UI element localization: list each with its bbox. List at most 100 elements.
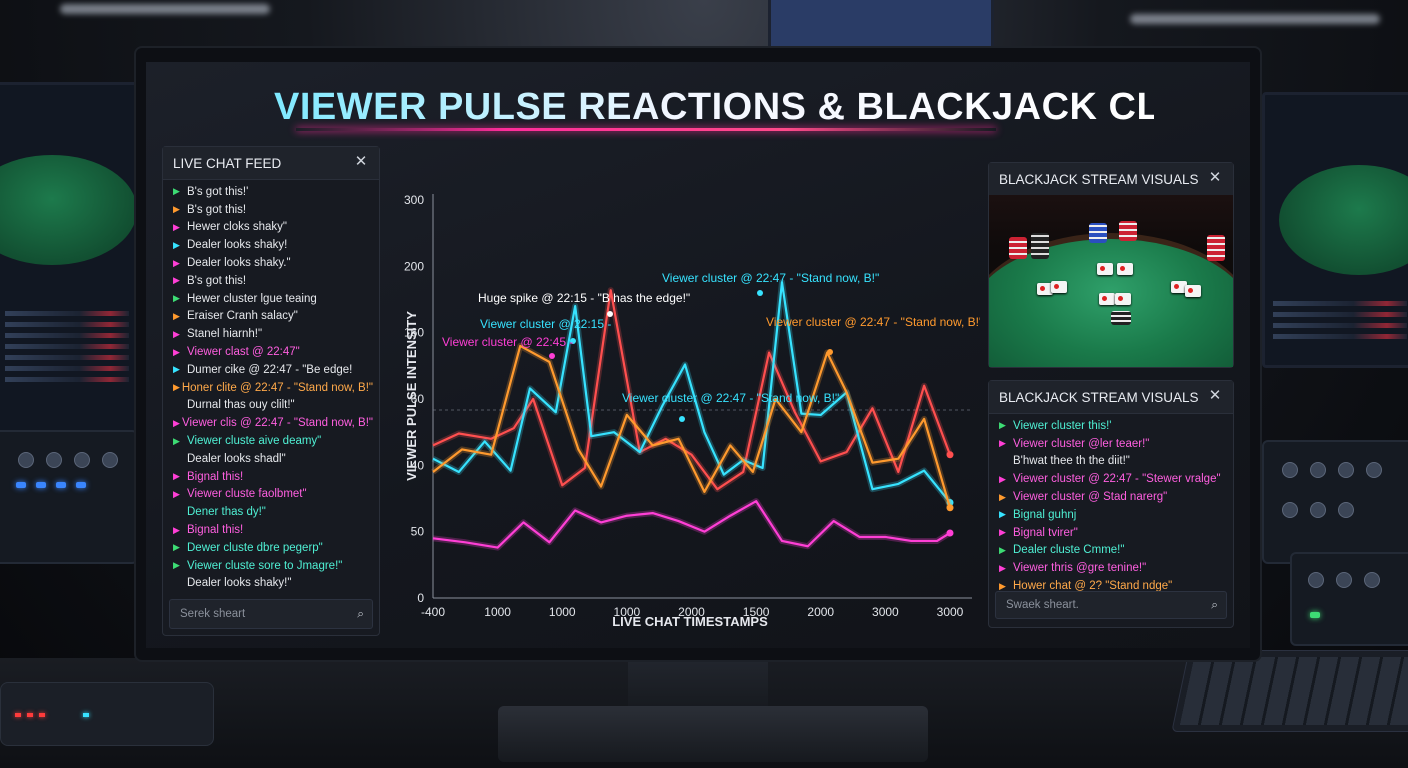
stream-search-input[interactable] [1004,592,1192,618]
chat-message-text: Eraiser Cranh salacy" [187,310,298,323]
x-tick-label: 1500 [743,605,770,619]
chat-message-text: Durnal thas ouy clilt!" [187,399,295,412]
chat-message: Durnal thas ouy clilt!" [173,397,373,415]
chat-message: ▶ Honer clite @ 22:47 - "Stand now, B!" [173,379,373,397]
chat-message-text: Viewer cluste faolbmet" [187,488,307,501]
chat-message-text: Viewer cluster @ler teaer!" [1013,437,1150,450]
y-tick-label: 40 [411,458,425,472]
close-icon[interactable]: ✕ [352,153,370,171]
chat-message: ▶ Viewer cluste sore to Jmagre!" [173,557,373,575]
stream-chat-panel: BLACKJACK STREAM VISUALS ✕ ▶ Viewer clust… [988,380,1234,628]
chat-message: ▶ Bignal guhnj [999,506,1227,524]
audio-controller [1290,552,1408,646]
annotation-marker [827,349,833,355]
y-tick-label: 60 [411,392,425,406]
chevron-right-icon: ▶ [173,221,180,232]
chat-message: Dealer looks shadl" [173,450,373,468]
chat-message-text: Honer clite @ 22:47 - "Stand now, B!" [181,381,373,394]
close-icon[interactable]: ✕ [1206,387,1224,405]
chip-stack [1031,233,1049,259]
chevron-right-icon: ▶ [173,328,180,339]
chat-message: ▶ Dewer cluste dbre pegerp" [173,539,373,557]
chevron-right-icon: ▶ [173,382,180,393]
chip-stack [1119,221,1137,241]
page-title: VIEWER PULSE REACTIONS & BLACKJACK CLUES… [274,86,1250,128]
chart-annotation: Huge spike @ 22:15 - "B has the edge!" [478,291,690,305]
chat-message: ▶ Viewer clast @ 22:47" [173,343,373,361]
main-monitor: VIEWER PULSE REACTIONS & BLACKJACK CLUES… [136,48,1260,660]
chat-message-text: Viewer thris @gre tenine!" [1013,562,1147,575]
chart-annotation: Viewer cluster @ 22:47 - "Stand now, B!" [766,315,980,329]
x-tick-label: -400 [421,605,445,619]
playing-card [1099,293,1115,305]
stream-chat-message-list: ▶ Viewer cluster this!' ▶ Viewer cluster @l… [999,417,1227,595]
chat-message: ▶ Stanel hiarnh!" [173,325,373,343]
chat-message: B'hwat thee th the diit!" [999,453,1227,471]
chip-stack [1009,237,1027,259]
y-tick-label: 0 [417,591,424,605]
stream-chat-header: BLACKJACK STREAM VISUALS ✕ [989,381,1233,414]
chat-message-text: B's got this! [187,274,247,287]
chat-message: ▶ Viewer cluster @ler teaer!" [999,435,1227,453]
playing-card [1097,263,1113,275]
chat-message: ▶ Dumer cike @ 22:47 - "Be edge! [173,361,373,379]
stream-chat-title: BLACKJACK STREAM VISUALS [999,390,1199,405]
chat-message-text: B's got this! [187,203,247,216]
chat-message-text: Viewer cluste sore to Jmagre!" [187,559,343,572]
chat-message: ▶ Viewer thris @gre tenine!" [999,559,1227,577]
chat-message: ▶ Viewer cluster @ Stad narerg" [999,488,1227,506]
y-tick-label: 160 [404,326,424,340]
chevron-right-icon: ▶ [173,488,180,499]
background-monitor-right [1262,92,1408,368]
y-tick-label: 300 [404,193,424,207]
chevron-right-icon: ▶ [173,435,180,446]
x-tick-label: 1000 [484,605,511,619]
chevron-right-icon: ▶ [999,544,1006,555]
stream-search-box: ⌕ [995,591,1227,619]
chat-search-input[interactable] [178,600,344,628]
chat-message: Dener thas dy!" [173,503,373,521]
playing-card [1117,263,1133,275]
x-tick-label: 1000 [549,605,576,619]
chat-message: ▶ Hewer cloks shaky" [173,219,373,237]
search-icon[interactable]: ⌕ [1211,598,1218,613]
chat-message: ▶ Dealer cluste Cmme!" [999,542,1227,560]
search-icon[interactable]: ⌕ [357,607,364,622]
chat-message-text: Dealer looks shadl" [187,452,286,465]
chat-message: ▶ B's got this!' [173,183,373,201]
y-tick-label: 50 [411,525,425,539]
chat-message-text: Dumer cike @ 22:47 - "Be edge! [187,363,353,376]
stream-visuals-panel: BLACKJACK STREAM VISUALS ✕ [988,162,1234,368]
chevron-right-icon: ▶ [173,186,180,197]
chevron-right-icon: ▶ [173,257,180,268]
series-end-point [946,504,954,512]
x-tick-label: 2000 [678,605,705,619]
chat-message-text: Dealer cluste Cmme!" [1013,544,1125,557]
chevron-right-icon: ▶ [999,420,1006,431]
chat-message-text: Hewer cloks shaky" [187,221,287,234]
chat-message-text: Viewer cluste aive deamy" [187,435,322,448]
mixer-console-left [0,430,138,564]
playing-card [1115,293,1131,305]
ceiling-light [1130,14,1380,24]
live-chat-panel: LIVE CHAT FEED ✕ ▶ B's got this!' ▶ B's got… [162,146,380,636]
chat-message: ▶ Viewer cluste faolbmet" [173,486,373,504]
chevron-right-icon: ▶ [173,364,180,375]
chevron-right-icon: ▶ [173,346,180,357]
series-glow [432,498,952,551]
chat-message-text: Dealer looks shaky." [187,257,291,270]
live-chat-title: LIVE CHAT FEED [173,156,282,171]
chart-annotation: Viewer cluster @ 22:47 - "Stand now, B!" [622,391,839,405]
monitor-stand-base [498,706,928,762]
chat-message-text: Viewer cluster @ 22:47 - "Stewer vralge" [1013,473,1221,486]
close-icon[interactable]: ✕ [1206,169,1224,187]
playing-card [1051,281,1067,293]
chat-message: ▶ Bignal this! [173,468,373,486]
x-tick-label: 2000 [807,605,834,619]
chat-message-text: Bignal this! [187,470,244,483]
chat-message: ▶ Bignal tvirer" [999,524,1227,542]
viewer-pulse-chart: VIEWER PULSE INTENSITY LIVE CHAT TIMESTA… [404,193,980,629]
chat-message: ▶ Viewer clis @ 22:47 - "Stand now, B!" [173,414,373,432]
chevron-right-icon: ▶ [173,524,180,535]
chevron-right-icon: ▶ [173,204,180,215]
